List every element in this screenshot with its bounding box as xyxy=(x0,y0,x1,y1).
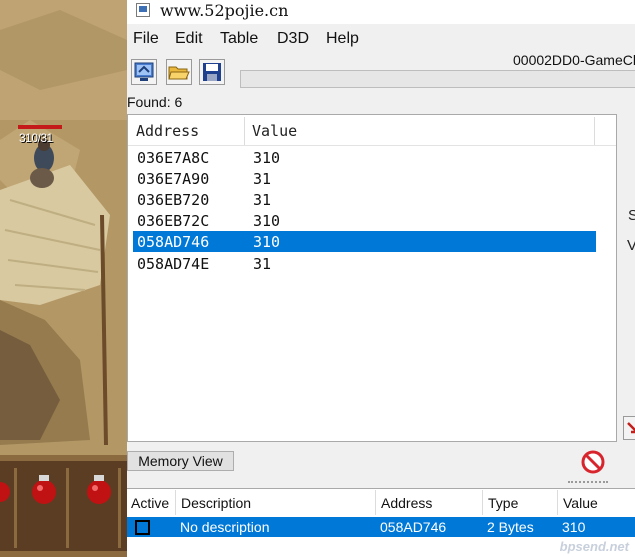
result-address: 036EB720 xyxy=(137,191,210,209)
active-checkbox[interactable] xyxy=(135,520,150,535)
game-scene xyxy=(0,0,127,557)
result-value: 310 xyxy=(253,149,281,167)
menu-edit[interactable]: Edit xyxy=(175,30,203,48)
result-row[interactable]: 036EB72C 310 xyxy=(133,210,596,231)
no-entry-icon xyxy=(581,450,605,474)
scan-results-list[interactable]: Address Value 036E7A8C 310 036E7A90 31 0… xyxy=(127,114,617,442)
hp-bar xyxy=(18,125,62,129)
column-separator xyxy=(375,490,376,515)
open-process-icon xyxy=(134,62,154,81)
column-address[interactable]: Address xyxy=(136,122,199,140)
result-value: 31 xyxy=(253,170,272,188)
app-icon xyxy=(136,3,150,17)
column-separator xyxy=(244,117,245,145)
result-row[interactable]: 036E7A8C 310 xyxy=(133,147,596,168)
hp-text: 310/31 xyxy=(19,131,53,145)
menu-d3d[interactable]: D3D xyxy=(277,30,309,48)
result-address: 058AD746 xyxy=(137,233,210,251)
row-description[interactable]: No description xyxy=(180,519,270,535)
splitter-grip[interactable] xyxy=(568,481,608,487)
column-description[interactable]: Description xyxy=(181,495,251,511)
clear-list-button[interactable] xyxy=(580,449,606,475)
column-separator xyxy=(557,490,558,515)
result-value: 31 xyxy=(253,191,272,209)
column-value[interactable]: Value xyxy=(252,122,297,140)
save-icon xyxy=(203,63,221,81)
column-separator xyxy=(594,117,595,145)
row-value[interactable]: 310 xyxy=(562,519,585,535)
value-panel-label-clipped: V xyxy=(627,237,635,254)
watermark: bpsend.net xyxy=(559,539,629,554)
result-value: 310 xyxy=(253,233,281,251)
address-list-header: Active Description Address Type Value xyxy=(127,489,635,516)
result-address: 036E7A8C xyxy=(137,149,210,167)
game-background: 310/31 xyxy=(0,0,127,557)
result-address: 036E7A90 xyxy=(137,170,210,188)
row-type[interactable]: 2 Bytes xyxy=(487,519,534,535)
arrow-down-right-icon xyxy=(627,422,635,434)
add-to-list-button[interactable] xyxy=(623,416,635,440)
result-address: 058AD74E xyxy=(137,255,210,273)
scan-panel-label-clipped: S xyxy=(628,207,635,224)
open-file-icon xyxy=(168,66,190,80)
result-value: 31 xyxy=(253,255,272,273)
process-label: 00002DD0-GameClie xyxy=(513,52,635,68)
column-value[interactable]: Value xyxy=(563,495,598,511)
column-separator xyxy=(175,490,176,515)
menu-table[interactable]: Table xyxy=(220,30,258,48)
found-count: Found: 6 xyxy=(127,94,183,110)
open-file-button[interactable] xyxy=(166,59,192,85)
result-value: 310 xyxy=(253,212,281,230)
save-button[interactable] xyxy=(199,59,225,85)
result-row[interactable]: 058AD74E 31 xyxy=(133,253,596,274)
result-row[interactable]: 036EB720 31 xyxy=(133,189,596,210)
potion-bar xyxy=(0,455,127,557)
row-address[interactable]: 058AD746 xyxy=(380,519,446,535)
column-separator xyxy=(482,490,483,515)
column-type[interactable]: Type xyxy=(488,495,518,511)
menu-file[interactable]: File xyxy=(133,30,159,48)
result-row[interactable]: 036E7A90 31 xyxy=(133,168,596,189)
open-process-button[interactable] xyxy=(131,59,157,85)
window-title: www.52pojie.cn xyxy=(160,1,289,20)
column-active[interactable]: Active xyxy=(131,495,169,511)
result-row-selected[interactable]: 058AD746 310 xyxy=(133,231,596,252)
address-list-row-selected[interactable]: No description 058AD746 2 Bytes 310 xyxy=(127,517,635,537)
scan-progress-bar xyxy=(240,70,635,88)
results-header: Address Value xyxy=(128,115,616,146)
cheat-engine-window: www.52pojie.cn File Edit Table D3D Help xyxy=(127,0,635,557)
column-address[interactable]: Address xyxy=(381,495,432,511)
title-bar[interactable]: www.52pojie.cn xyxy=(127,0,635,24)
result-address: 036EB72C xyxy=(137,212,210,230)
memory-view-button[interactable]: Memory View xyxy=(127,451,234,471)
menu-help[interactable]: Help xyxy=(326,30,359,48)
